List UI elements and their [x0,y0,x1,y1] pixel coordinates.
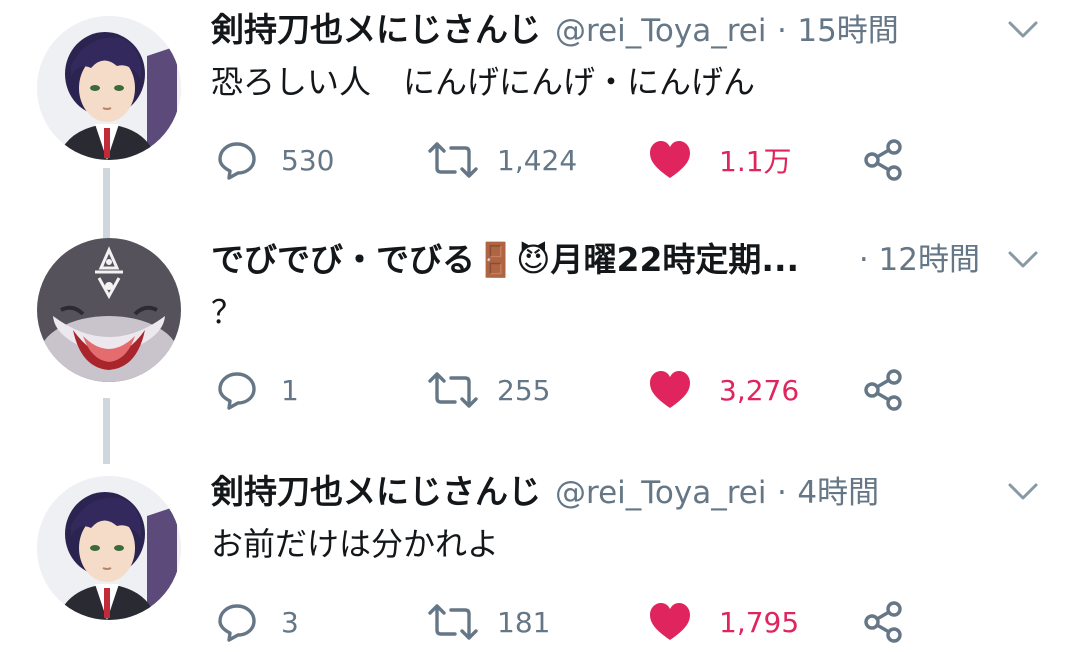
chevron-down-icon[interactable] [1006,242,1040,276]
tweet-1[interactable]: 剣持刀也〤にじさんじ @rei_Toya_rei · 15時間 恐ろしい人 にんげ… [0,8,1080,240]
tweet-actions: 3 181 1,795 [211,596,931,648]
chevron-down-icon[interactable] [1006,474,1040,508]
timestamp[interactable]: 15時間 [797,13,898,49]
retweet-button[interactable]: 255 [427,364,550,416]
share-icon [864,139,902,181]
reply-count: 530 [281,143,335,177]
avatar[interactable] [37,16,181,160]
thread-line [103,398,110,464]
chevron-down-icon[interactable] [1006,12,1040,46]
retweet-button[interactable]: 181 [427,596,550,648]
retweet-icon [428,604,478,640]
avatar[interactable] [37,476,181,620]
retweet-icon [428,142,478,178]
share-icon [864,601,902,643]
tweet-text: ？ [211,293,244,331]
tweet-text: お前だけは分かれよ [211,525,500,563]
reply-count: 3 [281,605,299,639]
tweet-actions: 1 255 3,276 [211,364,931,416]
heart-icon [650,141,690,178]
thread-line [103,168,110,240]
retweet-count: 255 [497,373,551,407]
like-button[interactable]: 1.1万 [647,134,792,186]
share-button[interactable] [861,364,907,416]
like-count: 3,276 [719,373,800,407]
display-name[interactable]: でびでび・でびる🚪😈月曜22時定期... [211,240,799,279]
retweet-button[interactable]: 1,424 [427,134,577,186]
like-count: 1.1万 [719,145,792,178]
heart-icon [650,371,690,408]
reply-button[interactable]: 1 [215,364,299,416]
reply-count: 1 [281,373,299,407]
like-button[interactable]: 3,276 [647,364,799,416]
retweet-count: 181 [497,605,551,639]
display-name[interactable]: 剣持刀也〤にじさんじ [211,472,541,511]
reply-button[interactable]: 530 [215,134,334,186]
separator: · [776,13,787,49]
share-button[interactable] [861,596,907,648]
tweet-header: 剣持刀也〤にじさんじ @rei_Toya_rei · 4時間 [211,470,1010,514]
tweet-actions: 530 1,424 1.1万 [211,134,931,186]
timestamp[interactable]: 12時間 [879,242,980,278]
reply-button[interactable]: 3 [215,596,299,648]
timestamp-group: · 12時間 [859,238,980,282]
timestamp[interactable]: 4時間 [797,475,879,511]
share-button[interactable] [861,134,907,186]
like-count: 1,795 [719,605,800,639]
tweet-3[interactable]: 剣持刀也〤にじさんじ @rei_Toya_rei · 4時間 お前だけは分かれよ … [0,470,1080,652]
reply-icon [218,142,256,180]
tweet-text: 恐ろしい人 にんげにんげ・にんげん [211,63,756,101]
separator: · [858,242,869,278]
avatar[interactable] [37,238,181,382]
retweet-count: 1,424 [497,143,578,177]
share-icon [864,369,902,411]
user-handle[interactable]: @rei_Toya_rei [555,13,766,49]
reply-icon [218,372,256,410]
tweet-2[interactable]: でびでび・でびる🚪😈月曜22時定期... · 12時間 ？ 1 255 3,27… [0,238,1080,464]
separator: · [776,475,787,511]
like-button[interactable]: 1,795 [647,596,799,648]
retweet-icon [428,372,478,408]
heart-icon [650,603,690,640]
tweet-header: 剣持刀也〤にじさんじ @rei_Toya_rei · 15時間 [211,8,1010,52]
reply-icon [218,604,256,642]
display-name[interactable]: 剣持刀也〤にじさんじ [211,10,541,49]
user-handle[interactable]: @rei_Toya_rei [555,475,766,511]
